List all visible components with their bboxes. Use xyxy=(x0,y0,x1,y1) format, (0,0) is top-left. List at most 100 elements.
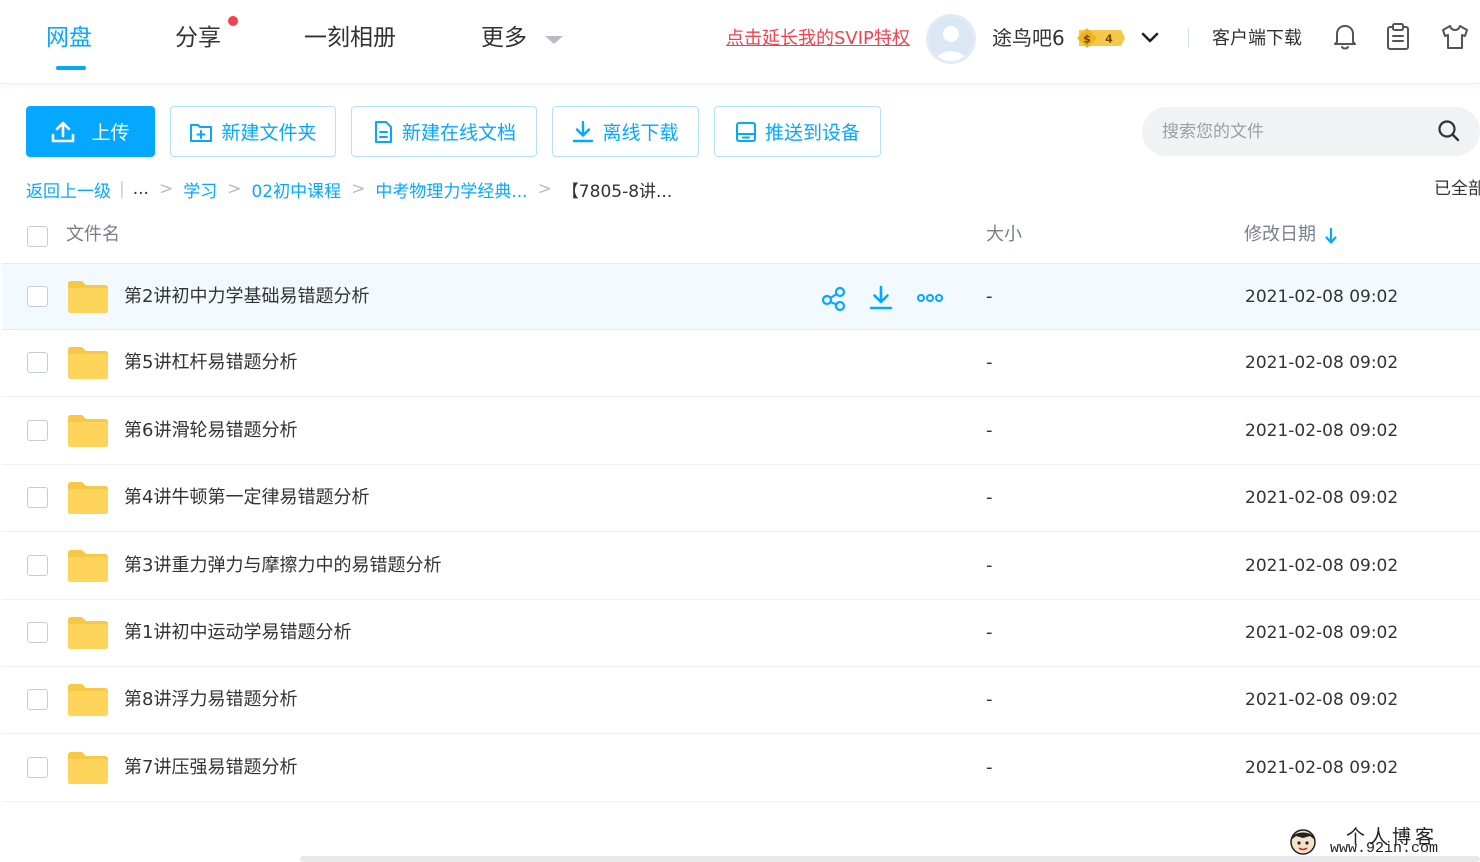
push-device-label: 推送到设备 xyxy=(764,122,860,144)
shirt-icon[interactable] xyxy=(1439,22,1471,52)
file-name[interactable]: 第8讲浮力易错题分析 xyxy=(124,686,297,714)
push-device-button[interactable]: 推送到设备 xyxy=(714,106,881,157)
file-name[interactable]: 第6讲滑轮易错题分析 xyxy=(124,417,297,445)
download-icon xyxy=(573,120,594,142)
table-row[interactable]: 第5讲杠杆易错题分析 - 2021-02-08 09:02 xyxy=(2,330,1480,397)
vip-level: 4 xyxy=(1105,33,1113,46)
document-icon xyxy=(374,120,392,143)
file-size: - xyxy=(986,622,993,643)
table-row[interactable]: 第7讲压强易错题分析 - 2021-02-08 09:02 xyxy=(2,735,1480,802)
file-size: - xyxy=(986,757,993,778)
file-date: 2021-02-08 09:02 xyxy=(1245,623,1399,643)
share-notification-dot xyxy=(228,16,238,26)
offline-download-button[interactable]: 离线下载 xyxy=(552,106,699,157)
vip-symbol: $ xyxy=(1083,33,1091,46)
breadcrumb: 返回上一级 | ... > 学习 > 02初中课程 > 中考物理力学经典... … xyxy=(26,176,672,202)
column-header-size[interactable]: 大小 xyxy=(986,222,1022,248)
watermark: 个人博客 www.92in.com xyxy=(1288,822,1480,862)
cartoon-face-icon xyxy=(1290,829,1316,855)
nav-divider xyxy=(1188,28,1189,48)
select-all-checkbox[interactable] xyxy=(27,226,48,247)
file-date: 2021-02-08 09:02 xyxy=(1245,690,1399,710)
table-row[interactable]: 第1讲初中运动学易错题分析 - 2021-02-08 09:02 xyxy=(2,600,1480,667)
top-nav: 网盘 分享 一刻相册 更多 点击延长我的SVIP特权 途鸟吧6 $ 4 客户端下… xyxy=(0,0,1480,84)
file-date: 2021-02-08 09:02 xyxy=(1245,353,1399,373)
search-box xyxy=(1142,107,1480,156)
bell-icon[interactable] xyxy=(1331,22,1359,52)
table-row[interactable]: 第8讲浮力易错题分析 - 2021-02-08 09:02 xyxy=(2,667,1480,734)
new-folder-icon xyxy=(190,123,213,142)
file-date: 2021-02-08 09:02 xyxy=(1245,758,1399,778)
table-row[interactable]: 第4讲牛顿第一定律易错题分析 - 2021-02-08 09:02 xyxy=(2,465,1480,532)
upload-icon xyxy=(52,121,75,142)
new-folder-button[interactable]: 新建文件夹 xyxy=(170,106,336,157)
file-date: 2021-02-08 09:02 xyxy=(1245,556,1399,576)
column-header-date[interactable]: 修改日期 xyxy=(1244,222,1316,248)
more-options-icon[interactable] xyxy=(916,284,944,312)
file-date: 2021-02-08 09:02 xyxy=(1245,287,1399,307)
breadcrumb-separator: > xyxy=(158,179,174,199)
upload-button[interactable]: 上传 xyxy=(26,106,155,157)
share-icon[interactable] xyxy=(820,284,848,312)
tab-album[interactable]: 一刻相册 xyxy=(304,22,396,54)
breadcrumb-back[interactable]: 返回上一级 xyxy=(26,177,111,202)
breadcrumb-separator: > xyxy=(351,179,366,199)
username[interactable]: 途鸟吧6 xyxy=(992,24,1065,52)
folder-icon xyxy=(68,617,108,649)
clipboard-icon[interactable] xyxy=(1384,22,1412,52)
row-checkbox[interactable] xyxy=(27,622,48,643)
folder-icon xyxy=(68,550,108,582)
svip-level-badge[interactable]: $ 4 xyxy=(1075,26,1125,50)
folder-icon xyxy=(68,281,108,313)
file-date: 2021-02-08 09:02 xyxy=(1245,421,1399,441)
caret-down-icon[interactable] xyxy=(545,36,563,44)
breadcrumb-item-course[interactable]: 02初中课程 xyxy=(251,177,341,202)
client-download-link[interactable]: 客户端下载 xyxy=(1212,27,1302,51)
table-row[interactable]: 第6讲滑轮易错题分析 - 2021-02-08 09:02 xyxy=(2,398,1480,465)
avatar[interactable] xyxy=(926,14,976,64)
user-silhouette-icon xyxy=(929,17,973,61)
file-name[interactable]: 第5讲杠杆易错题分析 xyxy=(124,349,297,377)
download-icon[interactable] xyxy=(867,284,895,312)
file-size: - xyxy=(986,555,993,576)
svip-renew-link[interactable]: 点击延长我的SVIP特权 xyxy=(726,26,910,52)
tab-more[interactable]: 更多 xyxy=(481,22,527,54)
file-size: - xyxy=(986,487,993,508)
breadcrumb-ellipsis[interactable]: ... xyxy=(133,179,149,199)
breadcrumb-current: 【7805-8讲... xyxy=(561,181,673,202)
file-name[interactable]: 第2讲初中力学基础易错题分析 xyxy=(124,283,369,311)
folder-icon xyxy=(68,482,108,514)
file-name[interactable]: 第1讲初中运动学易错题分析 xyxy=(124,619,351,647)
search-input[interactable] xyxy=(1162,107,1432,156)
folder-icon xyxy=(68,684,108,716)
search-icon[interactable] xyxy=(1436,118,1462,144)
tab-share[interactable]: 分享 xyxy=(175,22,221,54)
file-size: - xyxy=(986,420,993,441)
file-size: - xyxy=(986,352,993,373)
sort-desc-icon[interactable] xyxy=(1324,227,1338,245)
file-date: 2021-02-08 09:02 xyxy=(1245,488,1399,508)
new-doc-button[interactable]: 新建在线文档 xyxy=(351,106,537,157)
row-checkbox[interactable] xyxy=(27,689,48,710)
upload-label: 上传 xyxy=(91,122,130,144)
table-row[interactable]: 第2讲初中力学基础易错题分析 - 2021-02-08 09:02 xyxy=(2,263,1480,330)
offline-download-label: 离线下载 xyxy=(602,122,679,144)
row-checkbox[interactable] xyxy=(27,487,48,508)
file-name[interactable]: 第7讲压强易错题分析 xyxy=(124,754,297,782)
file-name[interactable]: 第3讲重力弹力与摩擦力中的易错题分析 xyxy=(124,552,441,580)
chevron-down-icon[interactable] xyxy=(1140,28,1160,48)
new-folder-label: 新建文件夹 xyxy=(221,122,317,144)
breadcrumb-item-physics[interactable]: 中考物理力学经典... xyxy=(375,177,527,202)
tab-netdisk[interactable]: 网盘 xyxy=(46,22,92,54)
folder-icon xyxy=(68,752,108,784)
breadcrumb-item-study[interactable]: 学习 xyxy=(183,177,217,202)
row-checkbox[interactable] xyxy=(27,555,48,576)
row-checkbox[interactable] xyxy=(27,352,48,373)
column-header-name[interactable]: 文件名 xyxy=(66,222,120,248)
row-checkbox[interactable] xyxy=(27,420,48,441)
row-checkbox[interactable] xyxy=(27,757,48,778)
row-checkbox[interactable] xyxy=(27,286,48,307)
table-row[interactable]: 第3讲重力弹力与摩擦力中的易错题分析 - 2021-02-08 09:02 xyxy=(2,533,1480,600)
file-name[interactable]: 第4讲牛顿第一定律易错题分析 xyxy=(124,484,369,512)
loaded-all-status: 已全部 xyxy=(1434,179,1480,199)
